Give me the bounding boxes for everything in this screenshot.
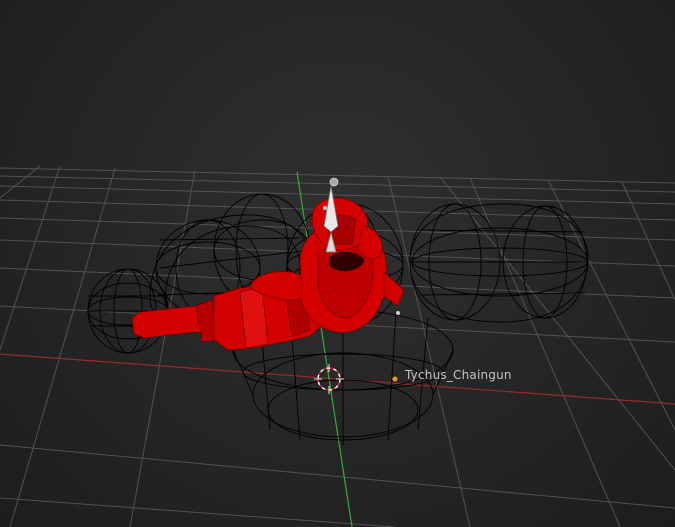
viewport-scene[interactable]	[0, 0, 675, 527]
object-origin-icon[interactable]	[391, 375, 399, 383]
object-name-label: Tychus_Chaingun	[405, 368, 512, 382]
3d-viewport[interactable]: Tychus_Chaingun	[0, 0, 675, 527]
